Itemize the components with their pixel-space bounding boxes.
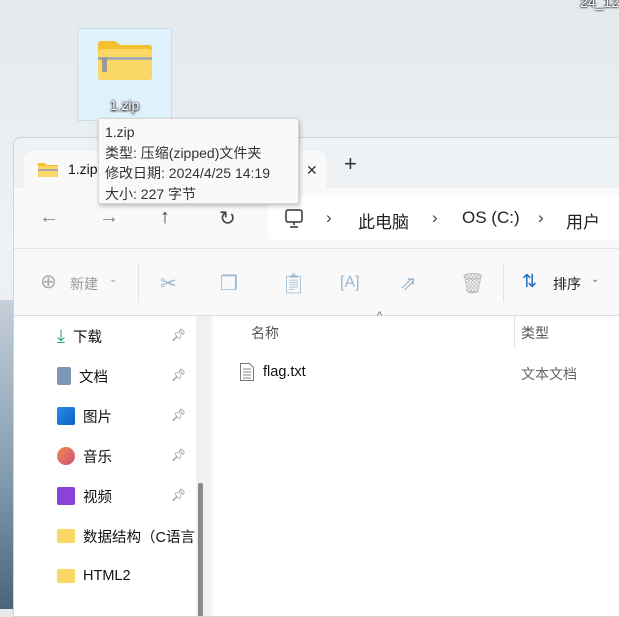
chevron-down-icon: ⌄ <box>109 274 118 285</box>
folder-icon <box>57 529 75 543</box>
file-name: flag.txt <box>263 364 306 380</box>
tab-close-icon[interactable]: ✕ <box>306 162 318 179</box>
sidebar-item-label: 图片 <box>83 409 112 426</box>
navigation-pane: ⤓ 下载 📌︎ 文档 📌︎ 图片 📌︎ 音乐 📌︎ 视频 📌︎ 数据结构（C语言 … <box>14 316 211 616</box>
sidebar-item-label: 下载 <box>72 329 102 346</box>
folder-icon <box>57 569 75 583</box>
column-header-type[interactable]: 类型 <box>521 323 549 343</box>
share-icon[interactable]: ⇗ <box>400 271 417 296</box>
command-toolbar: ⊕ 新建 ⌄ ✂ ❐ 📋︎ [A] ⇗ 🗑︎ ⇅ 排序 ⌄ <box>14 248 619 316</box>
chevron-down-icon: ⌄ <box>591 274 600 285</box>
address-bar[interactable]: › 此电脑 › OS (C:) › 用户 <box>268 196 619 240</box>
desktop-icon-1zip[interactable]: 1.zip <box>77 28 172 121</box>
explorer-body: ⤓ 下载 📌︎ 文档 📌︎ 图片 📌︎ 音乐 📌︎ 视频 📌︎ 数据结构（C语言 … <box>14 310 619 616</box>
breadcrumb-users[interactable]: 用户 <box>566 208 600 233</box>
text-file-icon <box>240 363 254 381</box>
file-tooltip: 1.zip 类型: 压缩(zipped)文件夹 修改日期: 2024/4/25 … <box>98 118 299 204</box>
sidebar-item-label: 视频 <box>83 489 112 506</box>
desktop-icon-label: 1.zip <box>109 97 140 113</box>
sidebar-item-label: 文档 <box>79 369 108 386</box>
back-arrow-icon[interactable]: ← <box>39 206 59 229</box>
sidebar-item-folder-html2[interactable]: HTML2 <box>57 564 131 588</box>
breadcrumb-this-pc[interactable]: 此电脑 <box>358 208 409 233</box>
new-plus-icon[interactable]: ⊕ <box>40 269 57 294</box>
file-explorer-window: 1.zip ✕ + ← → ↑ ↻ › 此电脑 › OS (C:) › 用户 ⊕… <box>13 137 619 617</box>
sort-button-label[interactable]: 排序 <box>553 274 581 294</box>
computer-icon <box>285 209 303 228</box>
sidebar-item-label: 数据结构（C语言 <box>83 529 195 546</box>
sidebar-item-label: HTML2 <box>83 568 131 584</box>
refresh-icon[interactable]: ↻ <box>219 206 236 231</box>
forward-arrow-icon[interactable]: → <box>99 206 119 229</box>
tooltip-modified: 修改日期: 2024/4/25 14:19 <box>105 165 270 181</box>
toolbar-divider <box>503 264 504 302</box>
document-icon <box>57 367 71 385</box>
sidebar-item-documents[interactable]: 文档 <box>57 364 108 388</box>
sidebar-item-downloads[interactable]: ⤓ 下载 <box>57 324 102 348</box>
music-icon <box>57 447 75 465</box>
sidebar-item-folder-data-structures[interactable]: 数据结构（C语言 <box>57 524 197 548</box>
new-button-label[interactable]: 新建 <box>70 274 98 294</box>
sidebar-item-videos[interactable]: 视频 <box>57 484 112 508</box>
breadcrumb-separator-icon: › <box>326 208 332 227</box>
column-header-name[interactable]: 名称 <box>251 323 279 343</box>
breadcrumb-os-c[interactable]: OS (C:) <box>462 208 520 228</box>
file-type: 文本文档 <box>521 366 577 382</box>
breadcrumb-separator-icon: › <box>432 208 438 227</box>
sidebar-item-label: 音乐 <box>83 449 112 466</box>
desktop-text-fragment: 24_12 <box>580 0 619 10</box>
sidebar-item-pictures[interactable]: 图片 <box>57 404 112 428</box>
download-icon: ⤓ <box>57 325 65 346</box>
desktop-wallpaper-edge <box>0 300 14 609</box>
rename-icon[interactable]: [A] <box>340 274 360 292</box>
column-divider[interactable] <box>514 316 515 348</box>
video-icon <box>57 487 75 505</box>
tab-title: 1.zip <box>68 161 98 177</box>
pin-icon: 📌︎ <box>171 488 187 502</box>
sort-ascending-icon: ^ <box>377 310 383 322</box>
delete-icon[interactable]: 🗑︎ <box>460 271 485 296</box>
sidebar-item-music[interactable]: 音乐 <box>57 444 112 468</box>
pin-icon: 📌︎ <box>171 408 187 422</box>
toolbar-divider <box>138 264 139 302</box>
up-arrow-icon[interactable]: ↑ <box>160 206 170 229</box>
new-tab-button[interactable]: + <box>344 153 357 175</box>
file-row[interactable]: flag.txt 文本文档 <box>213 356 619 388</box>
tooltip-size: 大小: 227 字节 <box>105 185 197 202</box>
scrollbar-thumb[interactable] <box>198 483 203 616</box>
copy-icon[interactable]: ❐ <box>220 271 238 296</box>
file-list: ^ 名称 类型 flag.txt 文本文档 <box>212 310 619 616</box>
tooltip-type: 类型: 压缩(zipped)文件夹 <box>105 144 262 161</box>
pin-icon: 📌︎ <box>171 368 187 382</box>
pin-icon: 📌︎ <box>171 448 187 462</box>
zip-folder-icon <box>38 163 58 177</box>
breadcrumb-separator-icon: › <box>538 208 544 227</box>
tooltip-name: 1.zip <box>105 124 135 140</box>
cut-icon[interactable]: ✂ <box>160 271 177 296</box>
zip-folder-icon <box>98 41 152 80</box>
sort-icon[interactable]: ⇅ <box>522 271 537 292</box>
pin-icon: 📌︎ <box>171 328 187 342</box>
pictures-icon <box>57 407 75 425</box>
paste-icon[interactable]: 📋︎ <box>281 271 306 296</box>
